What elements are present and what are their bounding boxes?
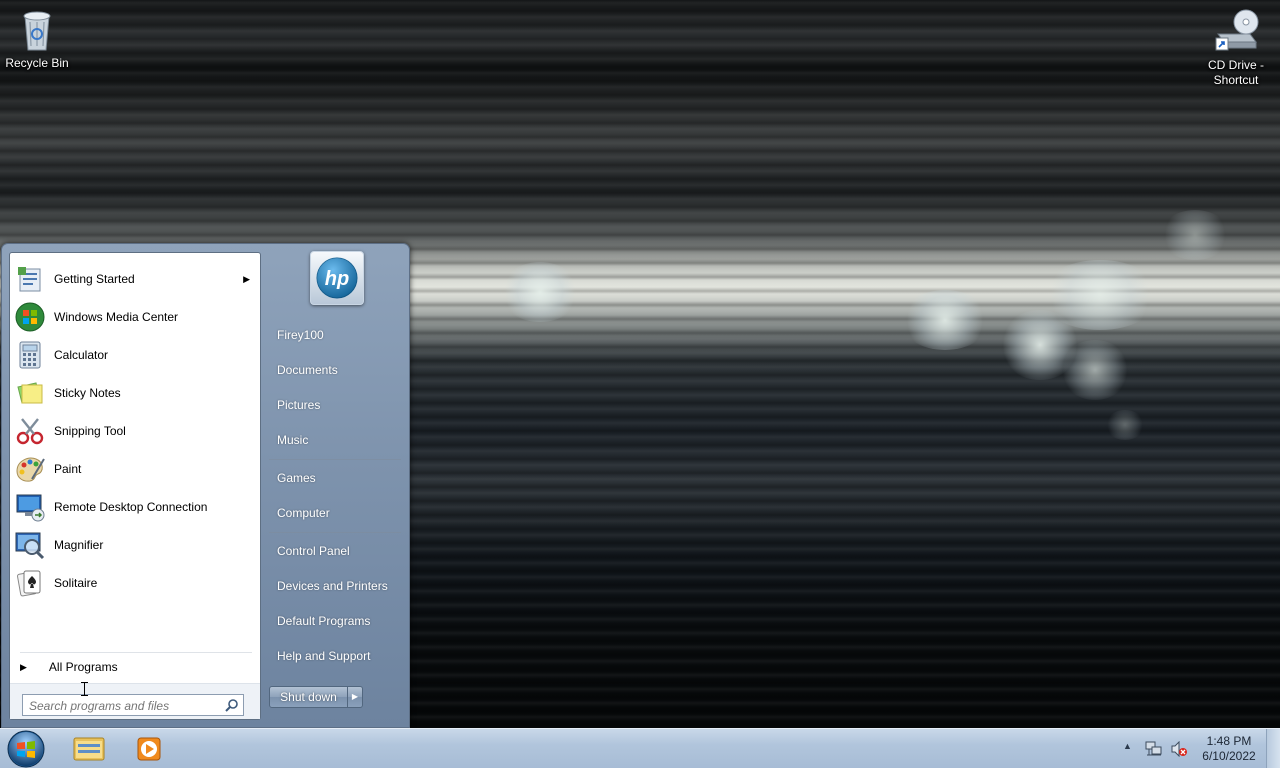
windows-media-player-icon (137, 737, 161, 761)
desktop-icon-cd-drive-shortcut[interactable]: CD Drive - Shortcut (1199, 8, 1273, 88)
windows-explorer-icon (73, 737, 105, 761)
snipping-tool-icon (16, 418, 44, 445)
shut-down-options-button[interactable]: ▶ (348, 686, 363, 708)
program-label: Getting Started (54, 272, 135, 286)
all-programs-button[interactable]: ▶ All Programs (20, 655, 256, 679)
program-label: Remote Desktop Connection (54, 500, 208, 514)
start-menu-places-pane: hp Firey100 Documents Pictures Music Gam… (264, 244, 410, 727)
arrow-right-icon: ▶ (20, 661, 27, 672)
places-item-user-folder[interactable]: Firey100 (269, 320, 403, 350)
hp-logo-text: hp (325, 268, 349, 290)
program-calculator[interactable]: Calculator (12, 337, 258, 373)
places-item-help-and-support[interactable]: Help and Support (269, 641, 403, 671)
calculator-icon (19, 341, 41, 369)
show-hidden-icons-button[interactable]: ▲ (1123, 741, 1132, 751)
program-windows-media-center[interactable]: Windows Media Center (12, 299, 258, 335)
program-getting-started[interactable]: Getting Started ▶ (12, 261, 258, 297)
show-desktop-button[interactable] (1266, 729, 1280, 768)
clock-time: 1:48 PM (1206, 734, 1252, 748)
shut-down-button[interactable]: Shut down (269, 686, 348, 708)
program-sticky-notes[interactable]: Sticky Notes (12, 375, 258, 411)
taskbar-windows-media-player[interactable] (120, 731, 178, 767)
places-divider (269, 532, 401, 533)
program-remote-desktop-connection[interactable]: Remote Desktop Connection (12, 489, 258, 525)
user-picture[interactable]: hp (310, 251, 364, 305)
program-snipping-tool[interactable]: Snipping Tool (12, 413, 258, 449)
taskbar: ▲ 1:48 PM 6/10/2022 (0, 728, 1280, 768)
wallpaper-light-flare (1060, 340, 1130, 400)
network-icon[interactable] (1145, 741, 1163, 757)
program-label: Magnifier (54, 538, 104, 552)
places-item-documents[interactable]: Documents (269, 355, 403, 385)
desktop-icon-recycle-bin[interactable]: Recycle Bin (0, 8, 74, 71)
places-item-pictures[interactable]: Pictures (269, 390, 403, 420)
places-item-music[interactable]: Music (269, 425, 403, 455)
submenu-arrow-icon[interactable]: ▶ (243, 274, 250, 285)
program-solitaire[interactable]: Solitaire (12, 565, 258, 601)
clock[interactable]: 1:48 PM 6/10/2022 (1196, 734, 1262, 764)
desktop-icon-label: CD Drive - (1208, 58, 1264, 72)
program-label: Paint (54, 462, 82, 476)
search-box[interactable] (22, 694, 244, 716)
cd-drive-shortcut-icon (1215, 9, 1259, 51)
clock-date: 6/10/2022 (1202, 749, 1256, 763)
start-button[interactable] (5, 729, 47, 768)
desktop-icon-label: Recycle Bin (5, 56, 69, 70)
wallpaper-light-flare (1040, 260, 1160, 330)
paint-icon (16, 457, 45, 482)
places-item-default-programs[interactable]: Default Programs (269, 606, 403, 636)
windows-media-center-icon (15, 302, 45, 332)
magnifier-icon (15, 532, 45, 560)
programs-divider (20, 652, 252, 653)
search-input[interactable] (29, 698, 219, 714)
places-item-games[interactable]: Games (269, 463, 403, 493)
sticky-notes-icon (17, 382, 43, 404)
hp-logo-icon: hp (316, 257, 358, 299)
program-label: Windows Media Center (54, 310, 179, 324)
wallpaper-light-flare (1105, 410, 1145, 440)
start-menu-programs-pane: Getting Started ▶ Windows Media Center C… (9, 252, 261, 720)
program-paint[interactable]: Paint (12, 451, 258, 487)
recycle-bin-icon (23, 11, 51, 51)
places-item-control-panel[interactable]: Control Panel (269, 536, 403, 566)
volume-muted-icon[interactable] (1170, 741, 1188, 757)
start-menu: Getting Started ▶ Windows Media Center C… (1, 243, 410, 728)
places-item-computer[interactable]: Computer (269, 498, 403, 528)
search-icon[interactable] (225, 698, 239, 712)
wallpaper-light-flare (900, 290, 990, 350)
places-item-devices-and-printers[interactable]: Devices and Printers (269, 571, 403, 601)
taskbar-windows-explorer[interactable] (60, 731, 118, 767)
solitaire-icon (17, 570, 41, 597)
program-label: Calculator (54, 348, 109, 362)
program-label: Snipping Tool (54, 424, 126, 438)
remote-desktop-icon (16, 494, 45, 522)
getting-started-icon (18, 267, 41, 292)
program-label: Solitaire (54, 576, 98, 590)
all-programs-label: All Programs (48, 660, 118, 674)
program-label: Sticky Notes (54, 386, 121, 400)
desktop-icon-label: Shortcut (1213, 73, 1259, 87)
wallpaper-light-flare (1160, 210, 1230, 260)
chevron-right-icon: ▶ (351, 692, 359, 701)
places-divider (269, 459, 401, 460)
program-magnifier[interactable]: Magnifier (12, 527, 258, 563)
wallpaper-light-flare (500, 262, 580, 322)
text-cursor-icon (81, 682, 88, 696)
search-area (10, 683, 260, 719)
